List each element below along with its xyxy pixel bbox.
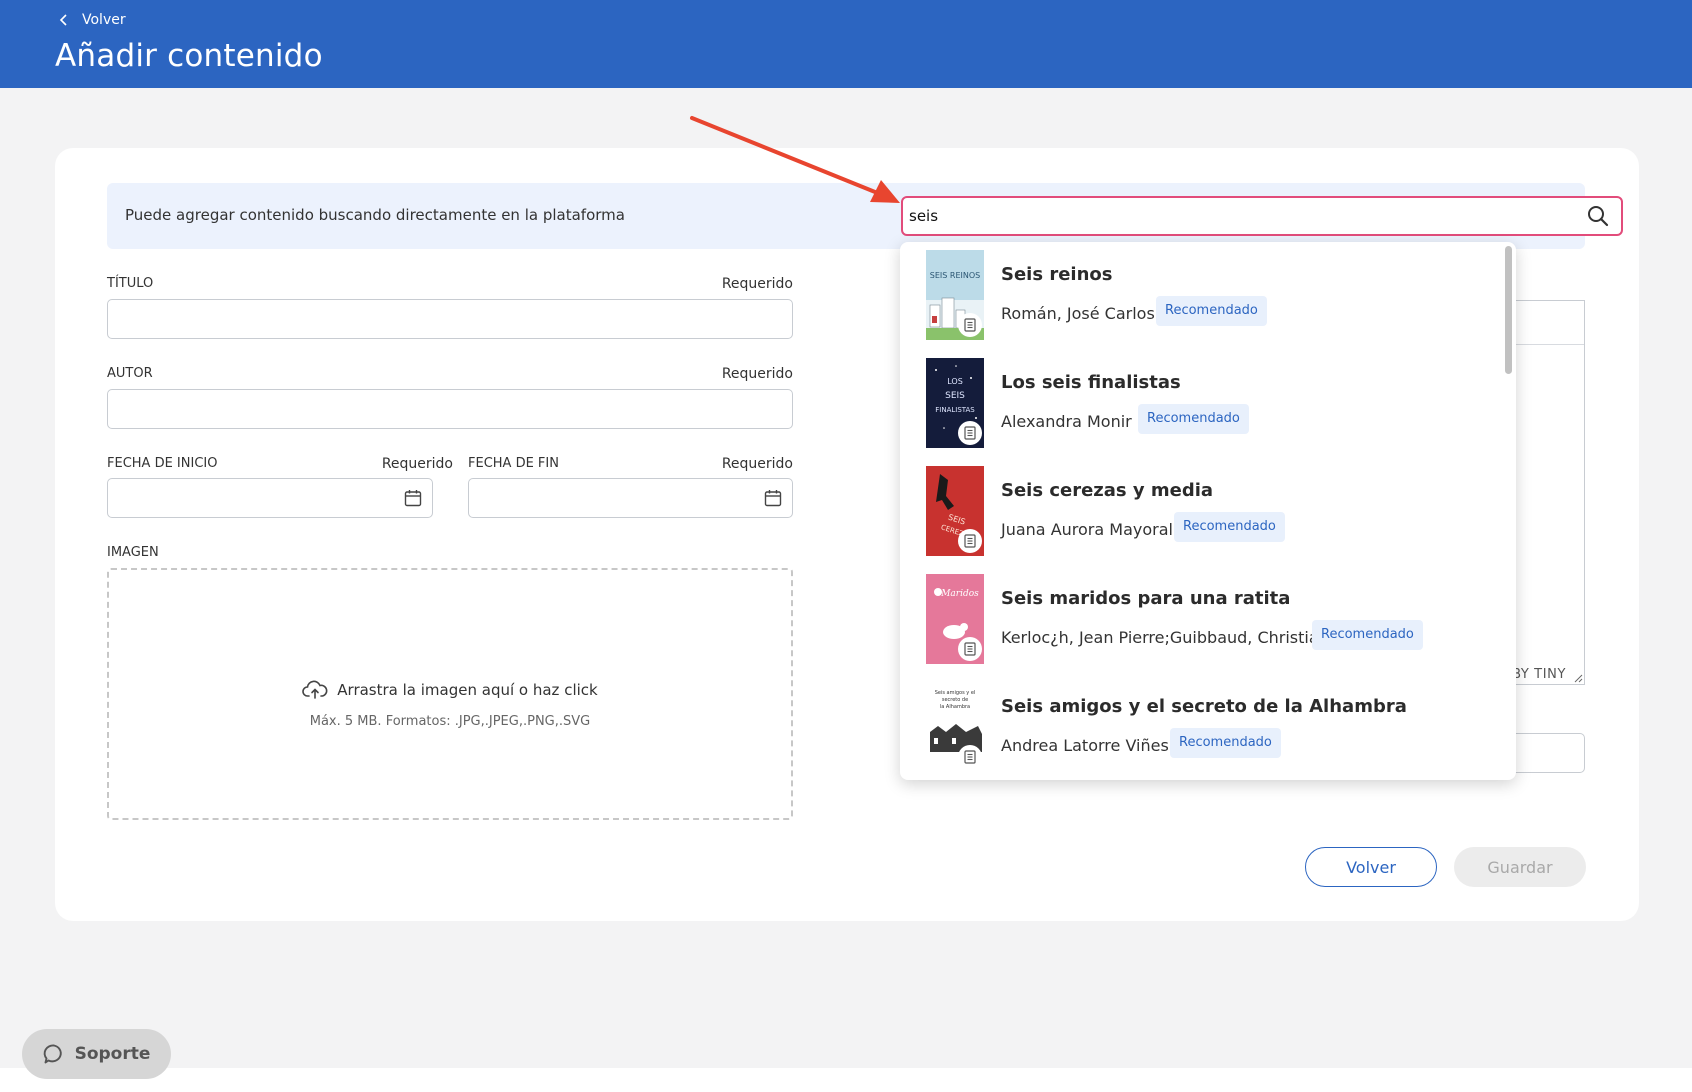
dropzone-hint: Máx. 5 MB. Formatos: .JPG,.JPEG,.PNG,.SV… [309,714,591,729]
title-required: Requerido [721,276,793,292]
start-date-label: FECHA DE INICIO [107,456,218,471]
document-icon [964,426,976,440]
recommended-badge: Recomendado [1156,296,1267,326]
search-result-item[interactable]: Maridos Seis maridos para una ratita Ker… [900,566,1500,674]
result-title: Los seis finalistas [1001,372,1181,393]
result-title: Seis maridos para una ratita [1001,588,1291,609]
chat-bubble-icon [43,1044,62,1064]
cloud-upload-icon [302,680,328,699]
page-title: Añadir contenido [55,38,323,74]
header-back-link[interactable]: Volver [58,12,126,28]
resize-handle-icon[interactable] [1573,673,1583,683]
document-badge [958,529,982,553]
document-badge [958,745,982,769]
end-date-required: Requerido [721,456,793,472]
document-badge [958,421,982,445]
support-label: Soporte [74,1044,151,1064]
calendar-icon[interactable] [404,489,422,507]
author-input[interactable] [107,389,793,429]
chevron-left-icon [59,14,67,26]
document-badge [958,637,982,661]
support-button[interactable]: Soporte [22,1029,171,1079]
svg-text:Seis amigos y el: Seis amigos y el [935,690,976,696]
result-author: Kerloc¿h, Jean Pierre;Guibbaud, Christia… [1001,628,1329,647]
document-icon [964,642,976,656]
result-title: Seis amigos y el secreto de la Alhambra [1001,696,1407,717]
search-result-item[interactable]: LOS SEIS FINALISTAS Los seis finalistas Al… [900,350,1500,458]
search-result-item[interactable]: Seis amigos y el secreto de la Alhambra Se… [900,674,1500,780]
dropzone-text: Arrastra la imagen aquí o haz click [337,681,598,699]
book-cover: Maridos [926,574,984,664]
dropzone-prompt: Arrastra la imagen aquí o haz click [109,680,791,700]
svg-text:SEIS: SEIS [945,391,965,401]
author-label: AUTOR [107,366,153,381]
save-button[interactable]: Guardar [1454,847,1586,887]
document-icon [964,318,976,332]
header-back-label: Volver [82,12,126,28]
start-date-input[interactable] [107,478,433,518]
recommended-badge: Recomendado [1174,512,1285,542]
book-cover: LOS SEIS FINALISTAS [926,358,984,448]
svg-text:FINALISTAS: FINALISTAS [935,406,975,414]
svg-text:la Alhambra: la Alhambra [940,704,970,710]
document-badge [958,313,982,337]
platform-search-input[interactable] [909,207,1587,225]
book-cover: SEIS CEREZAS [926,466,984,556]
top-header: Volver Añadir contenido [0,0,1692,88]
recommended-badge: Recomendado [1170,728,1281,758]
search-icon[interactable] [1587,205,1609,227]
platform-search-box[interactable] [901,196,1623,236]
end-date-label: FECHA DE FIN [468,456,559,471]
search-info-text: Puede agregar contenido buscando directa… [125,206,625,224]
result-title: Seis reinos [1001,264,1113,285]
search-result-item[interactable]: SEIS CEREZAS Seis cerezas y media Juana A… [900,458,1500,566]
editor-powered-by: BY TINY [1512,667,1566,682]
result-title: Seis cerezas y media [1001,480,1214,501]
result-author: Román, José Carlos [1001,304,1155,323]
svg-text:LOS: LOS [947,377,963,386]
recommended-badge: Recomendado [1138,404,1249,434]
footer-strip [0,1068,1692,1092]
document-icon [964,750,976,764]
document-icon [964,534,976,548]
svg-text:secreto de: secreto de [942,697,968,703]
result-author: Alexandra Monir [1001,412,1132,431]
start-date-required: Requerido [381,456,453,472]
search-results-dropdown[interactable]: SEIS REINOS Seis reinos Román, José Carl… [900,242,1516,780]
calendar-icon[interactable] [764,489,782,507]
dropdown-scrollbar[interactable] [1505,246,1512,374]
back-button[interactable]: Volver [1305,847,1437,887]
svg-text:SEIS REINOS: SEIS REINOS [930,271,980,280]
book-cover: SEIS REINOS [926,250,984,340]
image-dropzone[interactable]: Arrastra la imagen aquí o haz click Máx.… [107,568,793,820]
recommended-badge: Recomendado [1312,620,1423,650]
end-date-input[interactable] [468,478,793,518]
result-author: Andrea Latorre Viñes [1001,736,1169,755]
title-label: TÍTULO [107,276,154,291]
title-input[interactable] [107,299,793,339]
book-cover: Seis amigos y el secreto de la Alhambra [926,682,984,772]
svg-text:Maridos: Maridos [940,589,979,599]
image-label: IMAGEN [107,545,159,560]
result-author: Juana Aurora Mayoral [1001,520,1173,539]
author-required: Requerido [721,366,793,382]
search-result-item[interactable]: SEIS REINOS Seis reinos Román, José Carl… [900,242,1500,350]
